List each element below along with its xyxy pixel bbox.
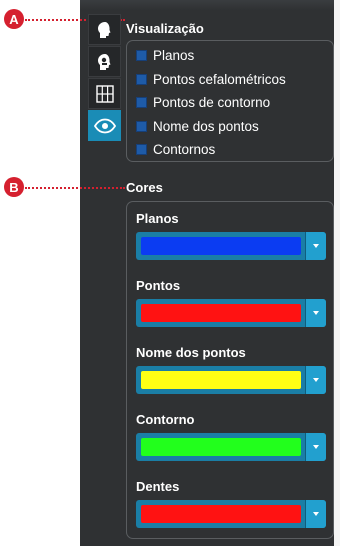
option-label: Pontos de contorno [153, 95, 271, 111]
colors-panel: Planos Pontos Nome dos pontos Contorno D… [126, 201, 334, 539]
checkbox[interactable] [136, 50, 147, 62]
dropdown-arrow[interactable] [305, 299, 326, 327]
option-label: Planos [153, 48, 195, 64]
chevron-down-icon [313, 445, 319, 449]
color-group-planos: Planos [127, 202, 333, 269]
color-swatch [141, 438, 301, 456]
panel-edge [334, 0, 340, 546]
option-planos[interactable]: Planos [127, 44, 333, 68]
color-group-label: Pontos [136, 278, 181, 293]
checkbox[interactable] [136, 73, 147, 85]
chevron-down-icon [313, 512, 319, 516]
color-dropdown-dentes[interactable] [136, 500, 326, 528]
skull-profile-icon [97, 53, 110, 70]
callout-b-leader [25, 187, 125, 189]
option-pontos-cefalometricos[interactable]: Pontos cefalométricos [127, 68, 333, 92]
visualization-panel: Planos Pontos cefalométricos Pontos de c… [126, 40, 334, 162]
color-dropdown-contorno[interactable] [136, 433, 326, 461]
head-icon [97, 21, 110, 38]
tab-head[interactable] [88, 14, 121, 45]
chevron-down-icon [313, 244, 319, 248]
color-swatch [141, 304, 301, 322]
option-pontos-de-contorno[interactable]: Pontos de contorno [127, 91, 333, 115]
color-group-label: Nome dos pontos [136, 345, 246, 360]
color-group-label: Contorno [136, 412, 195, 427]
tab-visualization[interactable] [88, 110, 121, 141]
color-group-contorno: Contorno [127, 403, 333, 470]
chevron-down-icon [313, 311, 319, 315]
color-swatch [141, 505, 301, 523]
color-dropdown-pontos[interactable] [136, 299, 326, 327]
checkbox[interactable] [136, 97, 147, 109]
colors-title: Cores [126, 180, 163, 195]
color-group-label: Planos [136, 211, 179, 226]
grid-icon [95, 84, 114, 103]
color-group-nome-dos-pontos: Nome dos pontos [127, 336, 333, 403]
option-label: Contornos [153, 142, 216, 158]
chevron-down-icon [313, 378, 319, 382]
top-strip [80, 0, 340, 10]
color-group-pontos: Pontos [127, 269, 333, 336]
eye-icon [93, 118, 116, 133]
icon-tab-bar [88, 14, 121, 142]
option-contornos[interactable]: Contornos [127, 138, 333, 162]
callout-a: A [4, 9, 24, 29]
tab-grid[interactable] [88, 78, 121, 109]
color-swatch [141, 237, 301, 255]
checkbox[interactable] [136, 120, 147, 132]
callout-b: B [4, 177, 24, 197]
dropdown-arrow[interactable] [305, 232, 326, 260]
color-swatch [141, 371, 301, 389]
option-label: Pontos cefalométricos [153, 71, 286, 87]
option-nome-dos-pontos[interactable]: Nome dos pontos [127, 115, 333, 139]
dropdown-arrow[interactable] [305, 433, 326, 461]
tab-skull[interactable] [88, 46, 121, 77]
dropdown-arrow[interactable] [305, 500, 326, 528]
color-group-label: Dentes [136, 479, 180, 494]
color-dropdown-nome-dos-pontos[interactable] [136, 366, 326, 394]
checkbox[interactable] [136, 144, 147, 156]
option-label: Nome dos pontos [153, 118, 259, 134]
color-dropdown-planos[interactable] [136, 232, 326, 260]
dropdown-arrow[interactable] [305, 366, 326, 394]
visualization-title: Visualização [126, 21, 204, 36]
color-group-dentes: Dentes [127, 470, 333, 537]
